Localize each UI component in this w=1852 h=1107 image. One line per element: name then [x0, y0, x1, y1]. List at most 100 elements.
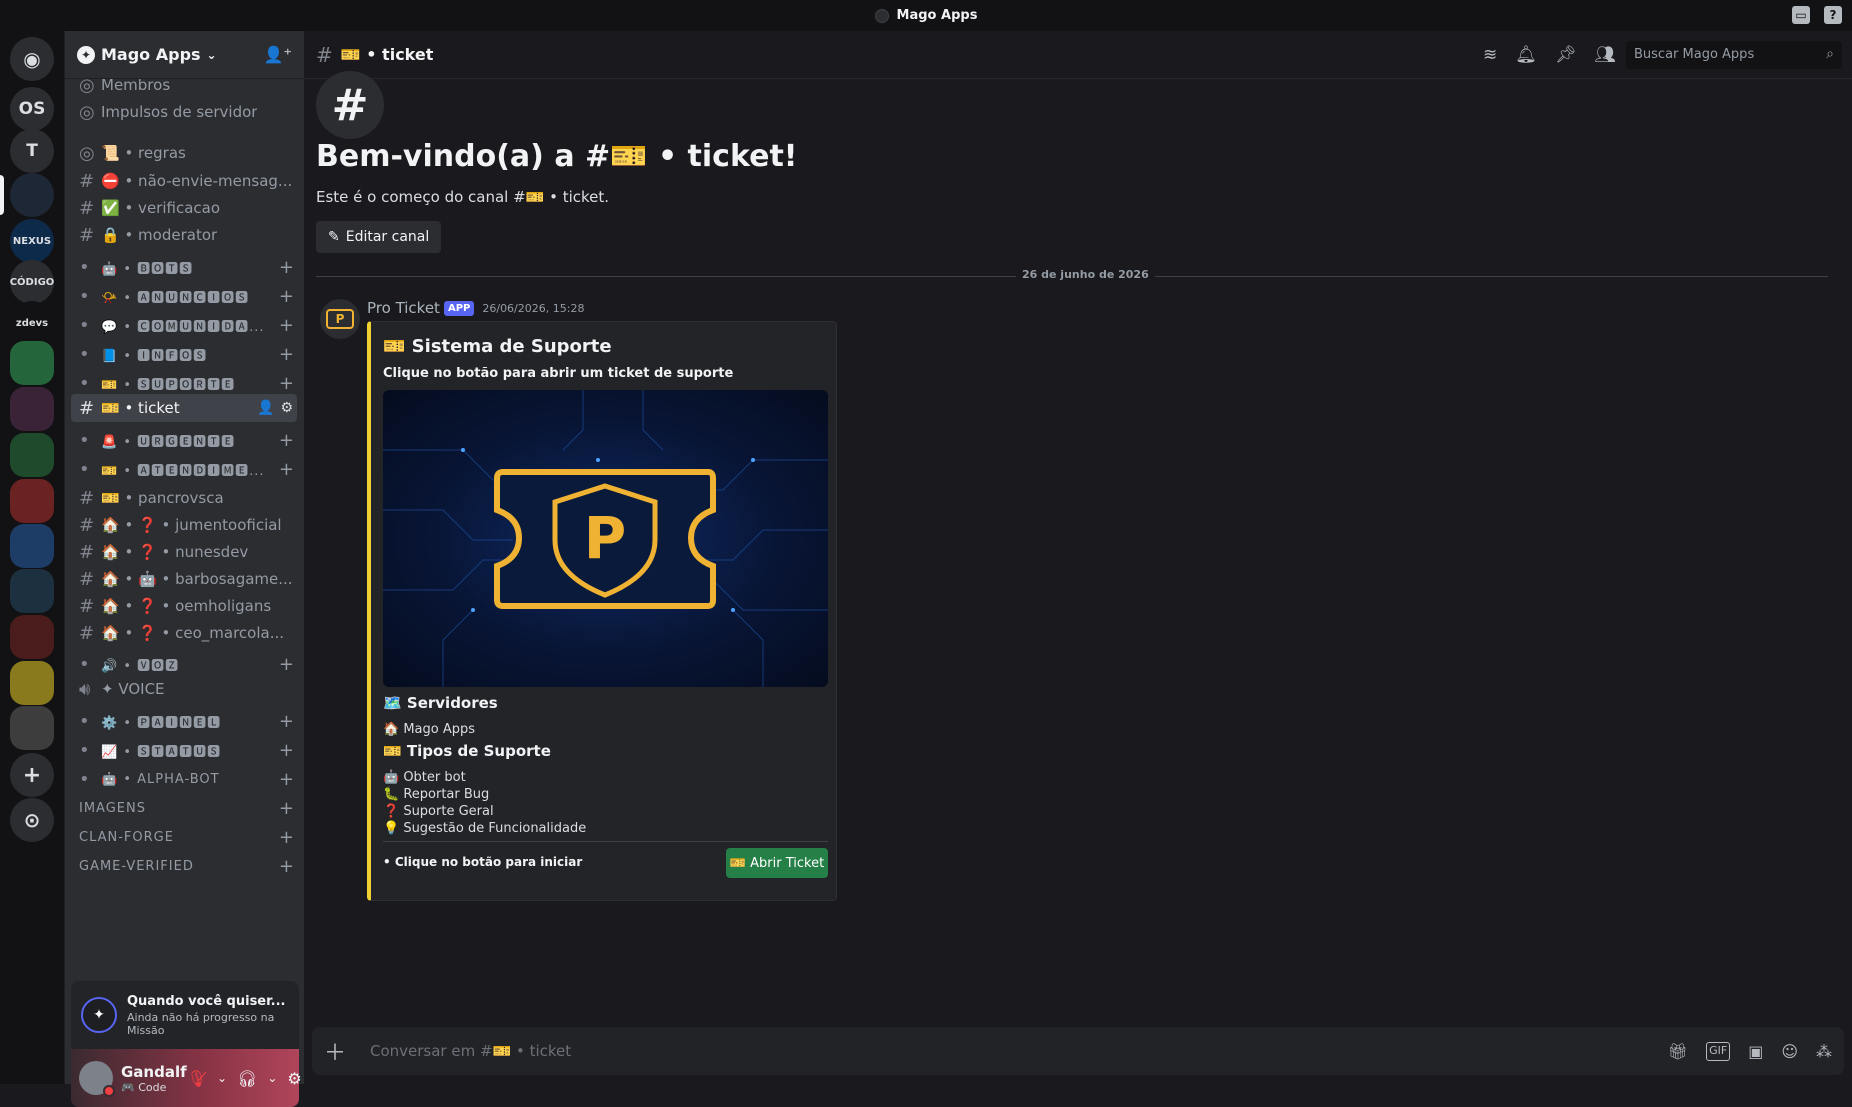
server-icon[interactable] [10, 479, 54, 523]
channel-category[interactable]: • 🤖 • 🅱🅾🆃🆂 + [71, 253, 297, 281]
server-icon[interactable]: CÓDIGO [10, 260, 54, 304]
server-icon[interactable] [10, 433, 54, 477]
add-channel-icon[interactable]: + [279, 315, 295, 336]
channel-item[interactable]: # 🎫 • ticket 👤 ⚙ [71, 394, 297, 422]
chevron-down-icon[interactable]: ⌄ [217, 1071, 227, 1085]
server-icon[interactable] [10, 524, 54, 568]
server-icon[interactable] [10, 706, 54, 750]
discover-icon[interactable]: ⊙ [10, 798, 54, 842]
bell-icon[interactable]: 🔔︎ [1515, 45, 1537, 65]
gear-icon[interactable]: ⚙ [280, 400, 293, 416]
pin-icon[interactable]: 📌︎ [1555, 45, 1577, 65]
channel-category[interactable]: • 🔊 • 🆅🅾🆉 + [71, 650, 297, 678]
channel-type-icon: ◎ [79, 101, 95, 123]
chevron-down-icon[interactable]: ⌄ [267, 1071, 277, 1085]
discord-home-button[interactable]: ◉ [10, 37, 54, 81]
add-channel-icon[interactable]: + [279, 459, 295, 480]
add-channel-icon[interactable]: + [279, 769, 295, 790]
channel-category[interactable]: • ⚙️ • 🅿🅰🅸🅽🅴🅻 + [71, 707, 297, 735]
channel-category[interactable]: • 📘 • 🅸🅽🅵🅾🆂 + [71, 340, 297, 368]
channel-item[interactable]: 🔊︎ ✦ VOICE [71, 675, 297, 703]
server-icon[interactable] [10, 173, 54, 217]
channel-item[interactable]: # ✅ • verificacao [71, 194, 297, 222]
invite-icon[interactable]: 👤 [257, 400, 274, 416]
add-channel-icon[interactable]: + [279, 740, 295, 761]
edit-channel-label: Editar canal [345, 229, 430, 245]
category-bullet-icon: • [79, 372, 91, 394]
server-icon[interactable] [10, 569, 54, 613]
gift-icon[interactable]: 🎁︎ [1668, 1042, 1688, 1061]
embed-field-value: 🏠 Mago Apps [383, 722, 476, 737]
channel-category[interactable]: • 🤖 • ALPHA-BOT + [71, 765, 297, 793]
channel-item[interactable]: # 🎫 • pancrovsca [71, 484, 297, 512]
server-icon[interactable]: OS [10, 87, 54, 131]
channel-item[interactable]: # 🏠 • ❓ • ceo_marcola... [71, 619, 297, 647]
inbox-icon[interactable]: ▭ [1792, 6, 1810, 24]
add-attachment-icon[interactable]: ＋ [324, 1035, 350, 1067]
channel-item[interactable]: # 🏠 • ❓ • oemholigans [71, 592, 297, 620]
apps-icon[interactable]: ⁂ [1816, 1042, 1832, 1061]
sticker-icon[interactable]: ▣ [1748, 1042, 1763, 1061]
channel-category[interactable]: GAME-VERIFIED + [71, 852, 297, 880]
add-channel-icon[interactable]: + [279, 430, 295, 451]
server-icon[interactable] [10, 387, 54, 431]
open-ticket-button[interactable]: 🎫 Abrir Ticket [726, 848, 828, 878]
channel-category[interactable]: • 💬 • 🅲🅾🅼🆄🅽🅸🅳🅰... + [71, 311, 297, 339]
channel-item[interactable]: # ⛔ • não-envie-mensag... [71, 167, 297, 195]
channel-item[interactable]: # 🏠 • 🤖 • barbosagame... [71, 565, 297, 593]
channel-item[interactable]: # 🏠 • ❓ • nunesdev [71, 538, 297, 566]
add-channel-icon[interactable]: + [279, 257, 295, 278]
add-channel-icon[interactable]: + [279, 856, 295, 877]
channel-item[interactable]: ◎ Impulsos de servidor [71, 98, 297, 126]
server-icon[interactable] [10, 341, 54, 385]
embed-image[interactable]: P [383, 390, 828, 687]
emoji-icon[interactable]: ☺ [1781, 1042, 1798, 1061]
channel-item[interactable]: ◎ 📜 • regras [71, 139, 297, 167]
add-channel-icon[interactable]: + [279, 373, 295, 394]
edit-channel-button[interactable]: ✎ Editar canal [316, 221, 442, 253]
channel-item[interactable]: # 🏠 • ❓ • jumentooficial [71, 511, 297, 539]
add-server-button[interactable]: + [10, 753, 54, 797]
mic-muted-icon[interactable]: 🎙︎̸ [187, 1069, 207, 1088]
guild-icon: ✦ [77, 45, 95, 64]
members-icon[interactable]: 👥︎ [1594, 45, 1616, 65]
add-channel-icon[interactable]: + [279, 711, 295, 732]
avatar[interactable] [79, 1061, 115, 1097]
channel-category[interactable]: • 📈 • 🆂🆃🅰🆃🆄🆂 + [71, 736, 297, 764]
bot-avatar[interactable]: P [320, 299, 360, 339]
add-channel-icon[interactable]: + [279, 344, 295, 365]
channel-category[interactable]: • 🎫 • 🅰🆃🅴🅽🅳🅸🅼🅴... + [71, 455, 297, 483]
help-icon[interactable]: ? [1824, 6, 1842, 24]
server-icon[interactable]: zdevs [10, 301, 54, 345]
channel-category[interactable]: • 📯 • 🅰🅽🆄🅽🅲🅸🅾🆂 + [71, 282, 297, 310]
add-channel-icon[interactable]: + [279, 286, 295, 307]
message-composer[interactable]: ＋ Conversar em #🎫 • ticket 🎁︎ GIF ▣ ☺ ⁂ [312, 1027, 1844, 1075]
category-bullet-icon: • [79, 653, 91, 675]
channel-category[interactable]: CLAN-FORGE + [71, 823, 297, 851]
server-icon[interactable]: NEXUS [10, 219, 54, 263]
channel-category[interactable]: • 🎫 • 🆂🆄🅿🅾🆁🆃🅴 + [71, 369, 297, 397]
guild-header[interactable]: ✦ Mago Apps ⌄ 👤⁺ [65, 31, 304, 79]
channel-category[interactable]: IMAGENS + [71, 794, 297, 822]
channel-item[interactable]: ◎ Membros [71, 79, 297, 99]
embed-field-title: 🎫 Tipos de Suporte [383, 742, 551, 760]
category-bullet-icon: • [79, 458, 91, 480]
server-icon[interactable]: T [10, 129, 54, 173]
headphones-icon[interactable]: 🎧︎ [237, 1069, 257, 1088]
mission-panel[interactable]: ✦ Quando você quiser... Ainda não há pro… [71, 981, 299, 1049]
add-channel-icon[interactable]: + [279, 654, 295, 675]
gif-icon[interactable]: GIF [1706, 1041, 1731, 1061]
invite-icon[interactable]: 👤⁺ [264, 45, 292, 64]
add-channel-icon[interactable]: + [279, 827, 295, 848]
channel-name: ⛔ • não-envie-mensag... [101, 172, 293, 190]
server-icon[interactable] [10, 661, 54, 705]
server-icon[interactable] [10, 615, 54, 659]
search-input[interactable]: Buscar Mago Apps ⌕ [1626, 41, 1842, 69]
add-channel-icon[interactable]: + [279, 798, 295, 819]
gear-icon[interactable]: ⚙ [287, 1069, 301, 1088]
threads-icon[interactable]: ≋ [1483, 45, 1497, 65]
channel-category[interactable]: • 🚨 • 🆄🆁🅶🅴🅽🆃🅴 + [71, 426, 297, 454]
channel-item[interactable]: # 🔒 • moderator [71, 221, 297, 249]
message-author[interactable]: Pro Ticket [367, 299, 440, 317]
category-bullet-icon: • [79, 256, 91, 278]
